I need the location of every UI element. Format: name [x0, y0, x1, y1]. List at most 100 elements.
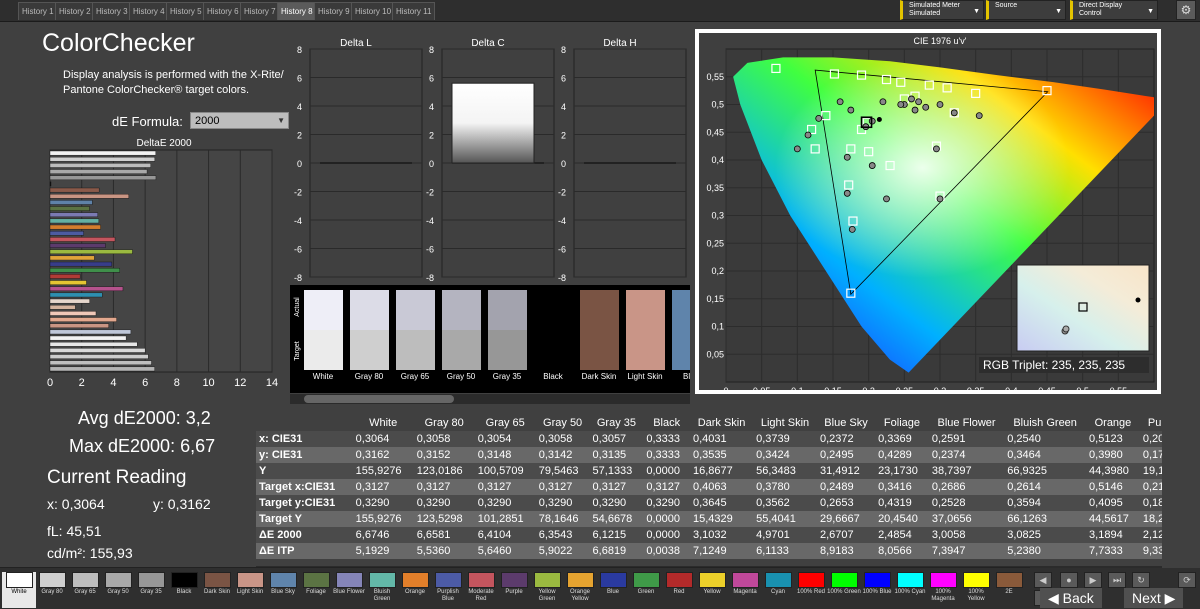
swatch-button[interactable]: Black — [167, 572, 201, 608]
tab-history-7[interactable]: History 7 — [240, 2, 280, 20]
refresh-icon[interactable]: ⟳ — [1178, 572, 1196, 588]
tab-history-8[interactable]: History 8 — [277, 2, 317, 20]
swatch-button[interactable]: Gray 80 — [35, 572, 69, 608]
back-button[interactable]: ◀ Back — [1040, 588, 1102, 608]
tab-history-1[interactable]: History 1 — [18, 2, 58, 20]
swatch-button[interactable]: 100% Magenta — [926, 572, 960, 608]
swatch-button[interactable]: Blue Flower — [332, 572, 366, 608]
cie-xtick: 0,5 — [1076, 386, 1089, 390]
bar-chart-bar — [49, 249, 133, 255]
swatch-button[interactable]: Moderate Red — [464, 572, 498, 608]
swatch-button[interactable]: Gray 65 — [68, 572, 102, 608]
swatch-chip — [170, 572, 198, 588]
table-cell: 0,3290 — [535, 495, 590, 511]
table-cell: 16,8677 — [689, 463, 754, 479]
table-row: Target y:CIE31 0,3290 0,3290 0,3290 0,3290 0,… — [256, 495, 1162, 511]
delta-l-tick: 0 — [297, 159, 302, 169]
cie-measured-marker — [915, 98, 923, 106]
cie-xtick: 0,1 — [791, 386, 804, 390]
swatch-button[interactable]: Yellow — [695, 572, 729, 608]
swatch-chip — [962, 572, 990, 588]
cie-xtick: 0,15 — [824, 386, 842, 390]
delta-l-tick: -6 — [294, 245, 302, 255]
table-cell: 78,1646 — [535, 511, 590, 527]
swatch-button[interactable]: 100% Yellow — [959, 572, 993, 608]
tab-history-2[interactable]: History 2 — [55, 2, 95, 20]
table-header: Dark Skin — [689, 415, 754, 431]
swatch-button[interactable]: 100% Blue — [860, 572, 894, 608]
patch-label: Light Skin — [627, 372, 662, 381]
swatch-label: 100% Blue — [862, 589, 892, 595]
meter-dropdown[interactable]: Simulated Meter Simulated ▼ — [900, 0, 984, 20]
table-cell: 5,1929 — [352, 543, 414, 559]
patch-scrollbar[interactable] — [290, 394, 690, 404]
table-cell: 123,5298 — [413, 511, 475, 527]
swatch-button[interactable]: Gray 35 — [134, 572, 168, 608]
swatch-button[interactable]: 2E — [992, 572, 1026, 608]
table-cell: 0,5146 — [1086, 479, 1140, 495]
stop-circle-icon[interactable]: ● — [1060, 572, 1078, 588]
current-y: y: 0,3162 — [153, 496, 211, 512]
table-cell: 2,6707 — [816, 527, 876, 543]
tab-history-4[interactable]: History 4 — [129, 2, 169, 20]
swatch-button[interactable]: 100% Green — [827, 572, 861, 608]
gear-icon[interactable]: ⚙ — [1176, 0, 1196, 20]
swatch-button[interactable]: Blue — [596, 572, 630, 608]
swatch-button[interactable]: Bluish Green — [365, 572, 399, 608]
swatch-button[interactable]: Red — [662, 572, 696, 608]
swatch-label: 2E — [1005, 589, 1013, 595]
tab-history-9[interactable]: History 9 — [314, 2, 354, 20]
swatch-chip — [71, 572, 99, 588]
tab-history-11[interactable]: History 11 — [392, 2, 436, 20]
formula-select[interactable]: 2000 ▼ — [190, 112, 289, 129]
swatch-label: Gray 50 — [107, 589, 129, 595]
swatch-button[interactable]: Light Skin — [233, 572, 267, 608]
swatch-chip — [797, 572, 825, 588]
cie-measured-marker — [848, 225, 856, 233]
scroll-left-icon[interactable]: ◀ — [1034, 572, 1052, 588]
cie-measured-marker — [975, 112, 983, 119]
swatch-chip — [500, 572, 528, 588]
swatch-button[interactable]: Purple — [497, 572, 531, 608]
swatch-button[interactable]: Orange Yellow — [563, 572, 597, 608]
swatch-button[interactable]: Purplish Blue — [431, 572, 465, 608]
loop-icon[interactable]: ↻ — [1132, 572, 1150, 588]
swatch-button[interactable]: 100% Red — [794, 572, 828, 608]
swatch-button[interactable]: 100% Cyan — [893, 572, 927, 608]
display-control-dropdown[interactable]: Direct Display Control ▼ — [1070, 0, 1158, 20]
bar-chart-tick: 2 — [79, 377, 85, 389]
swatch-button[interactable]: Orange — [398, 572, 432, 608]
play-icon[interactable]: ▶ — [1084, 572, 1102, 588]
swatch-button[interactable]: Blue Sky — [266, 572, 300, 608]
row-header: Y — [256, 463, 353, 479]
tab-history-3[interactable]: History 3 — [92, 2, 132, 20]
swatch-button[interactable]: Yellow Green — [530, 572, 564, 608]
scroll-thumb[interactable] — [304, 395, 454, 403]
swatch-button[interactable]: White — [2, 572, 36, 608]
next-button[interactable]: Next ▶ — [1124, 588, 1184, 608]
swatch-button[interactable]: Foliage — [299, 572, 333, 608]
swatch-button[interactable]: Green — [629, 572, 663, 608]
swatch-chip — [467, 572, 495, 588]
patch-target — [534, 330, 573, 370]
bar-chart-bar — [49, 181, 52, 187]
tab-history-5[interactable]: History 5 — [166, 2, 206, 20]
table-cell: 0,3127 — [474, 479, 536, 495]
cie-ytick: 0,05 — [706, 349, 724, 359]
swatch-chip — [137, 572, 165, 588]
tab-history-6[interactable]: History 6 — [203, 2, 243, 20]
delta-chart-title: Delta L — [340, 38, 372, 49]
swatch-button[interactable]: Dark Skin — [200, 572, 234, 608]
swatch-label: 100% Red — [796, 589, 826, 595]
swatch-button[interactable]: Magenta — [728, 572, 762, 608]
tab-history-10[interactable]: History 10 — [351, 2, 396, 20]
swatch-button[interactable]: Gray 50 — [101, 572, 135, 608]
table-cell: 0,3290 — [643, 495, 690, 511]
delta-h-tick: 0 — [561, 159, 566, 169]
bar-chart-bar — [49, 255, 95, 261]
chevron-down-icon: ▼ — [973, 8, 980, 15]
cie-ytick: 0,4 — [711, 155, 724, 165]
skip-icon[interactable]: ⏭ — [1108, 572, 1126, 588]
source-dropdown[interactable]: Source ▼ — [986, 0, 1066, 20]
swatch-button[interactable]: Cyan — [761, 572, 795, 608]
